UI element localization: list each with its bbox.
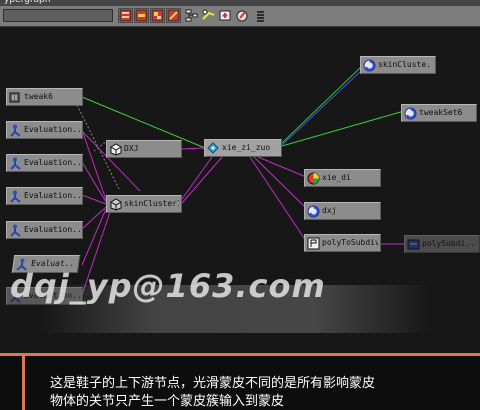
filter-input[interactable]	[3, 9, 113, 22]
graph-inout-icon[interactable]	[134, 8, 149, 23]
evaluation-node-icon	[10, 224, 21, 237]
set-node-icon	[363, 59, 376, 72]
mesh-node-icon	[110, 143, 122, 156]
node-tweakset6[interactable]: tweakSet6	[401, 104, 477, 122]
node-subdiv[interactable]: polySubdi...	[404, 235, 480, 253]
hypergraph-window: ypergraph tweak6 Evaluation. Evaluation.…	[0, 0, 480, 410]
node-skincluster1[interactable]: skinCluster1	[106, 195, 182, 213]
graph-downstream-icon[interactable]	[150, 8, 165, 23]
skincluster-node-icon	[110, 198, 122, 211]
toolbar	[0, 6, 480, 27]
evaluation-node-icon	[10, 124, 21, 137]
node-evaluation-3[interactable]: Evaluation...	[6, 187, 83, 205]
node-xie-zi-zuo[interactable]: xie_zi_zuo	[204, 139, 282, 157]
edge	[81, 129, 107, 201]
node-evaluation-2[interactable]: Evaluation...	[6, 154, 83, 172]
list-view-icon[interactable]	[253, 8, 268, 23]
node-polytosubdiv6[interactable]: polyToSubdiv6	[304, 234, 381, 252]
node-tweak6[interactable]: tweak6	[6, 88, 83, 106]
tweak-node-icon	[9, 92, 20, 103]
edge	[181, 156, 213, 200]
node-skincluste[interactable]: skinCluste...	[360, 56, 436, 74]
caption-panel: 这是鞋子的上下游节点，光滑蒙皮不同的是所有影响蒙皮 物体的关节只产生一个蒙皮簇输…	[0, 353, 480, 410]
caption-accent-bar	[22, 356, 25, 410]
connect-icon[interactable]	[201, 8, 216, 23]
node-dxj-upper[interactable]: DXJ	[106, 140, 182, 158]
edge	[253, 156, 307, 209]
caption-line-2: 物体的关节只产生一个蒙皮簇输入到蒙皮	[50, 394, 285, 409]
add-node-icon[interactable]	[218, 8, 233, 23]
edit-node-icon[interactable]	[235, 8, 250, 23]
poly-to-subdiv-icon	[307, 237, 320, 250]
set-node-icon	[404, 107, 417, 120]
graph-canvas[interactable]: tweak6 Evaluation... Evaluation... Evalu…	[0, 27, 480, 353]
watermark: dqj_yp@163.com	[10, 267, 326, 305]
shading-group-icon	[307, 172, 320, 185]
edge	[281, 69, 363, 146]
node-xie-di[interactable]: xie_di	[304, 169, 381, 187]
edge	[179, 147, 206, 150]
window-title: ypergraph	[4, 0, 51, 5]
edge	[249, 156, 307, 242]
edge	[281, 65, 363, 144]
graph-clear-icon[interactable]	[166, 8, 181, 23]
evaluation-node-icon	[10, 190, 21, 203]
set-node-icon	[307, 205, 320, 218]
node-evaluation-1[interactable]: Evaluation...	[6, 121, 83, 139]
subdiv-node-icon	[407, 239, 420, 250]
node-evaluation-4[interactable]: Evaluation...	[6, 221, 83, 239]
transform-node-icon	[207, 142, 219, 154]
edge	[181, 156, 223, 204]
graph-upstream-icon[interactable]	[118, 8, 133, 23]
edge	[257, 156, 307, 178]
caption-accent-line	[0, 353, 480, 356]
node-dxj-lower[interactable]: dxj	[304, 202, 381, 220]
caption-line-1: 这是鞋子的上下游节点，光滑蒙皮不同的是所有影响蒙皮	[50, 376, 376, 391]
evaluation-node-icon	[10, 157, 21, 170]
layout-tree-icon[interactable]	[184, 8, 199, 23]
